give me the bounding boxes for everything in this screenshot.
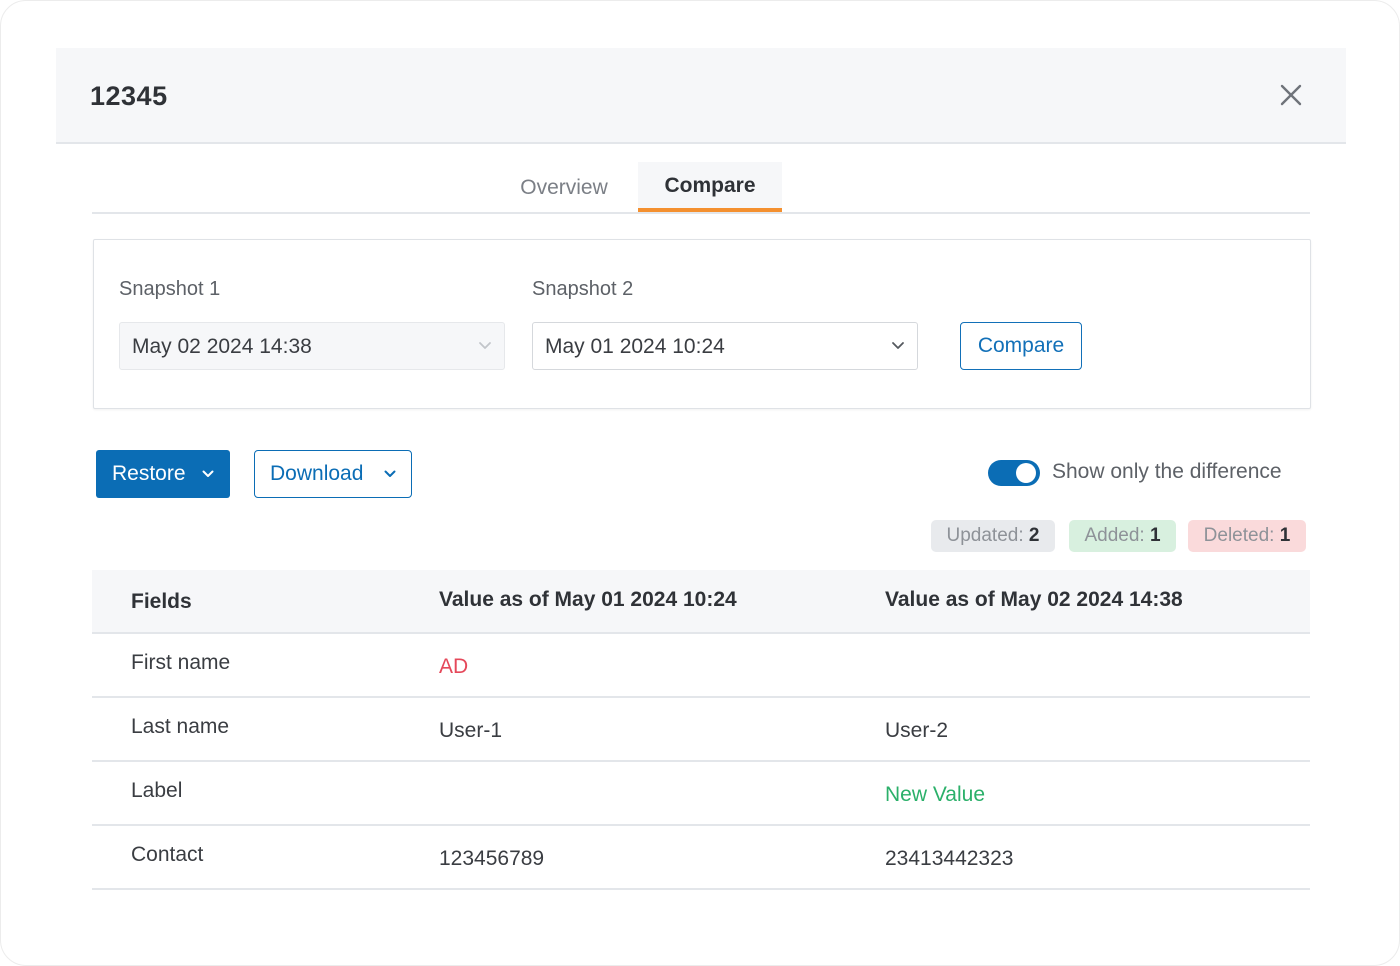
restore-button-label: Restore [112, 462, 186, 485]
new-value: 23413442323 [885, 847, 1014, 870]
updated-badge-count: 2 [1028, 525, 1040, 546]
snapshot2-label: Snapshot 2 [532, 278, 634, 300]
snapshot1-label: Snapshot 1 [119, 278, 221, 300]
chevron-down-icon [384, 470, 396, 477]
tab-compare[interactable]: Compare [638, 162, 782, 212]
close-button[interactable] [1278, 82, 1304, 108]
tab-bar: Overview Compare [92, 162, 1310, 214]
snapshot1-select[interactable]: May 02 2024 14:38 [119, 322, 505, 370]
updated-count-badge: Updated: 2 [931, 520, 1055, 552]
field-name: Label [131, 779, 183, 802]
show-difference-toggle[interactable] [988, 460, 1040, 486]
close-icon [1280, 84, 1302, 106]
snapshot-selector-card: Snapshot 1 May 02 2024 14:38 Snapshot 2 … [93, 239, 1311, 409]
field-name: Contact [131, 843, 204, 866]
deleted-count-badge: Deleted: 1 [1188, 520, 1306, 552]
table-row: Label New Value [92, 762, 1310, 826]
header-new-value: Value as of May 02 2024 14:38 [885, 588, 1183, 611]
download-button[interactable]: Download [254, 450, 412, 498]
old-value: AD [439, 655, 469, 678]
table-row: First name AD [92, 634, 1310, 698]
header-old-value: Value as of May 01 2024 10:24 [439, 588, 737, 611]
modal-header: 12345 [56, 48, 1346, 144]
snapshot2-select[interactable]: May 01 2024 10:24 [532, 322, 918, 370]
chevron-down-icon [892, 342, 904, 349]
field-name: First name [131, 651, 231, 674]
table-row: Last name User-1 User-2 [92, 698, 1310, 762]
deleted-badge-count: 1 [1279, 525, 1291, 546]
modal-title: 12345 [90, 81, 168, 111]
new-value: User-2 [885, 719, 949, 742]
field-name: Last name [131, 715, 230, 738]
table-header: Fields Value as of May 01 2024 10:24 Val… [92, 570, 1310, 634]
download-button-label: Download [270, 462, 364, 485]
header-fields: Fields [131, 590, 192, 613]
compare-button[interactable]: Compare [960, 322, 1082, 370]
chevron-down-icon [479, 342, 491, 349]
snapshot1-value: May 02 2024 14:38 [132, 335, 312, 358]
show-difference-label: Show only the difference [1052, 460, 1282, 483]
added-badge-count: 1 [1149, 525, 1161, 546]
snapshot-compare-modal: 12345 Overview Compare Snapshot 1 May 02… [56, 48, 1346, 928]
snapshot2-value: May 01 2024 10:24 [545, 335, 725, 358]
new-value: New Value [885, 783, 985, 806]
table-row: Contact 123456789 23413442323 [92, 826, 1310, 890]
deleted-badge-label: Deleted: [1203, 525, 1275, 546]
restore-button[interactable]: Restore [96, 450, 230, 498]
comparison-table: Fields Value as of May 01 2024 10:24 Val… [92, 570, 1310, 890]
added-badge-label: Added: [1084, 525, 1145, 546]
updated-badge-label: Updated: [946, 525, 1024, 546]
old-value: 123456789 [439, 847, 545, 870]
old-value: User-1 [439, 719, 503, 742]
added-count-badge: Added: 1 [1069, 520, 1176, 552]
toggle-knob [1016, 463, 1036, 483]
chevron-down-icon [202, 470, 214, 477]
tab-overview[interactable]: Overview [492, 163, 636, 213]
